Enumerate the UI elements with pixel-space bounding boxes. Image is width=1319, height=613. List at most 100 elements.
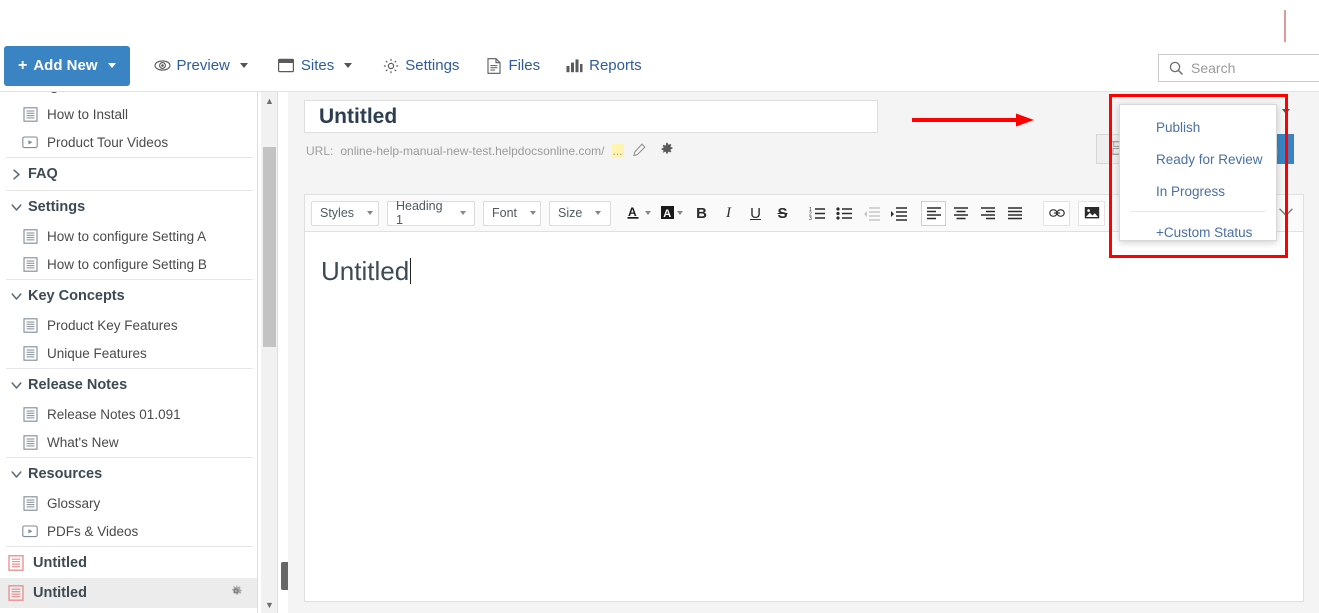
numbered-list-icon[interactable]: 123 — [805, 201, 830, 226]
status-option-label: +Custom Status — [1156, 225, 1252, 240]
bar-chart-icon — [566, 57, 583, 74]
sidebar-item-unique-features[interactable]: Unique Features — [0, 339, 257, 367]
gear-icon[interactable] — [229, 584, 243, 602]
sidebar-item-untitled-draft-2[interactable]: Untitled — [0, 578, 257, 608]
chevron-down-icon — [367, 211, 373, 215]
annotation-arrow-icon — [912, 113, 1034, 127]
url-settings-gear-icon[interactable] — [660, 142, 674, 159]
status-option-publish[interactable]: Publish — [1120, 111, 1276, 143]
status-dropdown-menu[interactable]: Publish Ready for Review In Progress +Cu… — [1119, 104, 1277, 241]
nav-item-files[interactable]: Files — [483, 40, 542, 92]
sidebar-item-glossary[interactable]: Glossary — [0, 489, 257, 517]
font-dropdown[interactable]: Font — [483, 201, 541, 226]
sidebar-item-how-to-install[interactable]: How to Install — [0, 100, 257, 128]
eye-icon — [154, 57, 171, 74]
svg-text:3: 3 — [809, 216, 812, 221]
increase-indent-icon[interactable] — [886, 201, 911, 226]
divider — [6, 190, 253, 191]
sidebar-item-setting-a[interactable]: How to configure Setting A — [0, 222, 257, 250]
sidebar-item-setting-b[interactable]: How to configure Setting B — [0, 250, 257, 278]
gear-icon — [382, 57, 399, 74]
document-icon-red — [8, 555, 24, 571]
sidebar-label: How to configure Setting A — [47, 229, 206, 244]
sidebar-label: How to configure Setting B — [47, 257, 207, 272]
styles-dropdown[interactable]: Styles — [311, 201, 379, 226]
chevron-down-icon — [108, 63, 116, 68]
background-color-icon[interactable]: A — [656, 201, 687, 226]
link-icon[interactable] — [1043, 201, 1070, 226]
toolbar-overflow-chevron-down-icon[interactable] — [1279, 206, 1293, 220]
bold-icon[interactable]: B — [689, 201, 714, 226]
status-option-ready-for-review[interactable]: Ready for Review — [1120, 143, 1276, 175]
sidebar-label: What's New — [47, 435, 119, 450]
text-format-group: A A B I U S — [623, 201, 795, 226]
sidebar-group-resources[interactable]: Resources — [0, 459, 257, 489]
clipped-group-label: Getting Started — [8, 92, 113, 94]
sidebar-group-label: Resources — [28, 466, 102, 482]
chevron-down-icon — [595, 211, 601, 215]
status-option-custom-status[interactable]: +Custom Status — [1120, 216, 1276, 248]
add-new-button[interactable]: + Add New — [4, 46, 130, 86]
align-right-icon[interactable] — [975, 201, 1000, 226]
browser-window-icon — [278, 57, 295, 74]
text-color-icon[interactable]: A — [623, 201, 654, 226]
sidebar-group-faq[interactable]: FAQ — [0, 159, 257, 189]
nav-item-settings[interactable]: Settings — [380, 40, 461, 92]
sidebar-item-product-tour-videos[interactable]: Product Tour Videos — [0, 128, 257, 156]
decrease-indent-icon[interactable] — [859, 201, 884, 226]
document-icon — [22, 317, 38, 333]
divider — [6, 368, 253, 369]
document-icon — [22, 228, 38, 244]
navigation-sidebar[interactable]: Getting Started How to Install Product T… — [0, 92, 258, 613]
image-icon[interactable] — [1078, 201, 1105, 226]
sidebar-label: Product Tour Videos — [47, 135, 168, 150]
chevron-down-icon — [460, 211, 466, 215]
sidebar-scrollbar[interactable]: ▲ ▼ — [261, 92, 278, 613]
sidebar-group-settings[interactable]: Settings — [0, 192, 257, 222]
chevron-down-icon — [240, 63, 248, 68]
sidebar-item-release-notes-01091[interactable]: Release Notes 01.091 — [0, 400, 257, 428]
nav-item-sites[interactable]: Sites — [276, 40, 354, 92]
status-option-label: In Progress — [1156, 184, 1225, 199]
document-icon — [22, 256, 38, 272]
status-dropdown-caret-icon[interactable] — [1282, 109, 1290, 114]
document-title-input[interactable]: Untitled — [304, 100, 878, 133]
underline-icon[interactable]: U — [743, 201, 768, 226]
sidebar-label: PDFs & Videos — [47, 524, 138, 539]
size-dropdown[interactable]: Size — [549, 201, 611, 226]
nav-label-preview: Preview — [177, 57, 230, 74]
scroll-down-arrow-icon[interactable]: ▼ — [261, 596, 278, 613]
justify-icon[interactable] — [1002, 201, 1027, 226]
divider — [1130, 211, 1266, 212]
align-left-icon[interactable] — [921, 201, 946, 226]
styles-label: Styles — [320, 206, 354, 220]
url-base: online-help-manual-new-test.helpdocsonli… — [340, 144, 604, 158]
url-slug: ... — [612, 144, 624, 158]
svg-text:A: A — [628, 205, 637, 219]
status-option-label: Publish — [1156, 120, 1200, 135]
sidebar-item-whats-new[interactable]: What's New — [0, 428, 257, 456]
scrollbar-thumb[interactable] — [263, 147, 276, 347]
bulleted-list-icon[interactable] — [832, 201, 857, 226]
editor-content-area[interactable]: Untitled — [304, 232, 1304, 602]
heading-dropdown[interactable]: Heading 1 — [387, 201, 475, 226]
sidebar-group-key-concepts[interactable]: Key Concepts — [0, 281, 257, 311]
document-icon-red — [8, 585, 24, 601]
sidebar-item-pdfs-videos[interactable]: PDFs & Videos — [0, 517, 257, 545]
strikethrough-icon[interactable]: S — [770, 201, 795, 226]
search-placeholder: Search — [1191, 60, 1235, 76]
edit-pencil-icon[interactable] — [633, 143, 646, 159]
list-indent-group: 123 — [805, 201, 911, 226]
url-label: URL: — [306, 144, 333, 158]
sidebar-item-untitled-draft-1[interactable]: Untitled — [0, 548, 257, 578]
scroll-up-arrow-icon[interactable]: ▲ — [261, 92, 278, 109]
video-icon — [22, 523, 38, 539]
italic-icon[interactable]: I — [716, 201, 741, 226]
nav-item-reports[interactable]: Reports — [564, 40, 644, 92]
sidebar-group-release-notes[interactable]: Release Notes — [0, 370, 257, 400]
nav-item-preview[interactable]: Preview — [152, 40, 250, 92]
align-center-icon[interactable] — [948, 201, 973, 226]
sidebar-item-product-key-features[interactable]: Product Key Features — [0, 311, 257, 339]
status-option-in-progress[interactable]: In Progress — [1120, 175, 1276, 207]
search-input[interactable]: Search — [1158, 54, 1319, 82]
